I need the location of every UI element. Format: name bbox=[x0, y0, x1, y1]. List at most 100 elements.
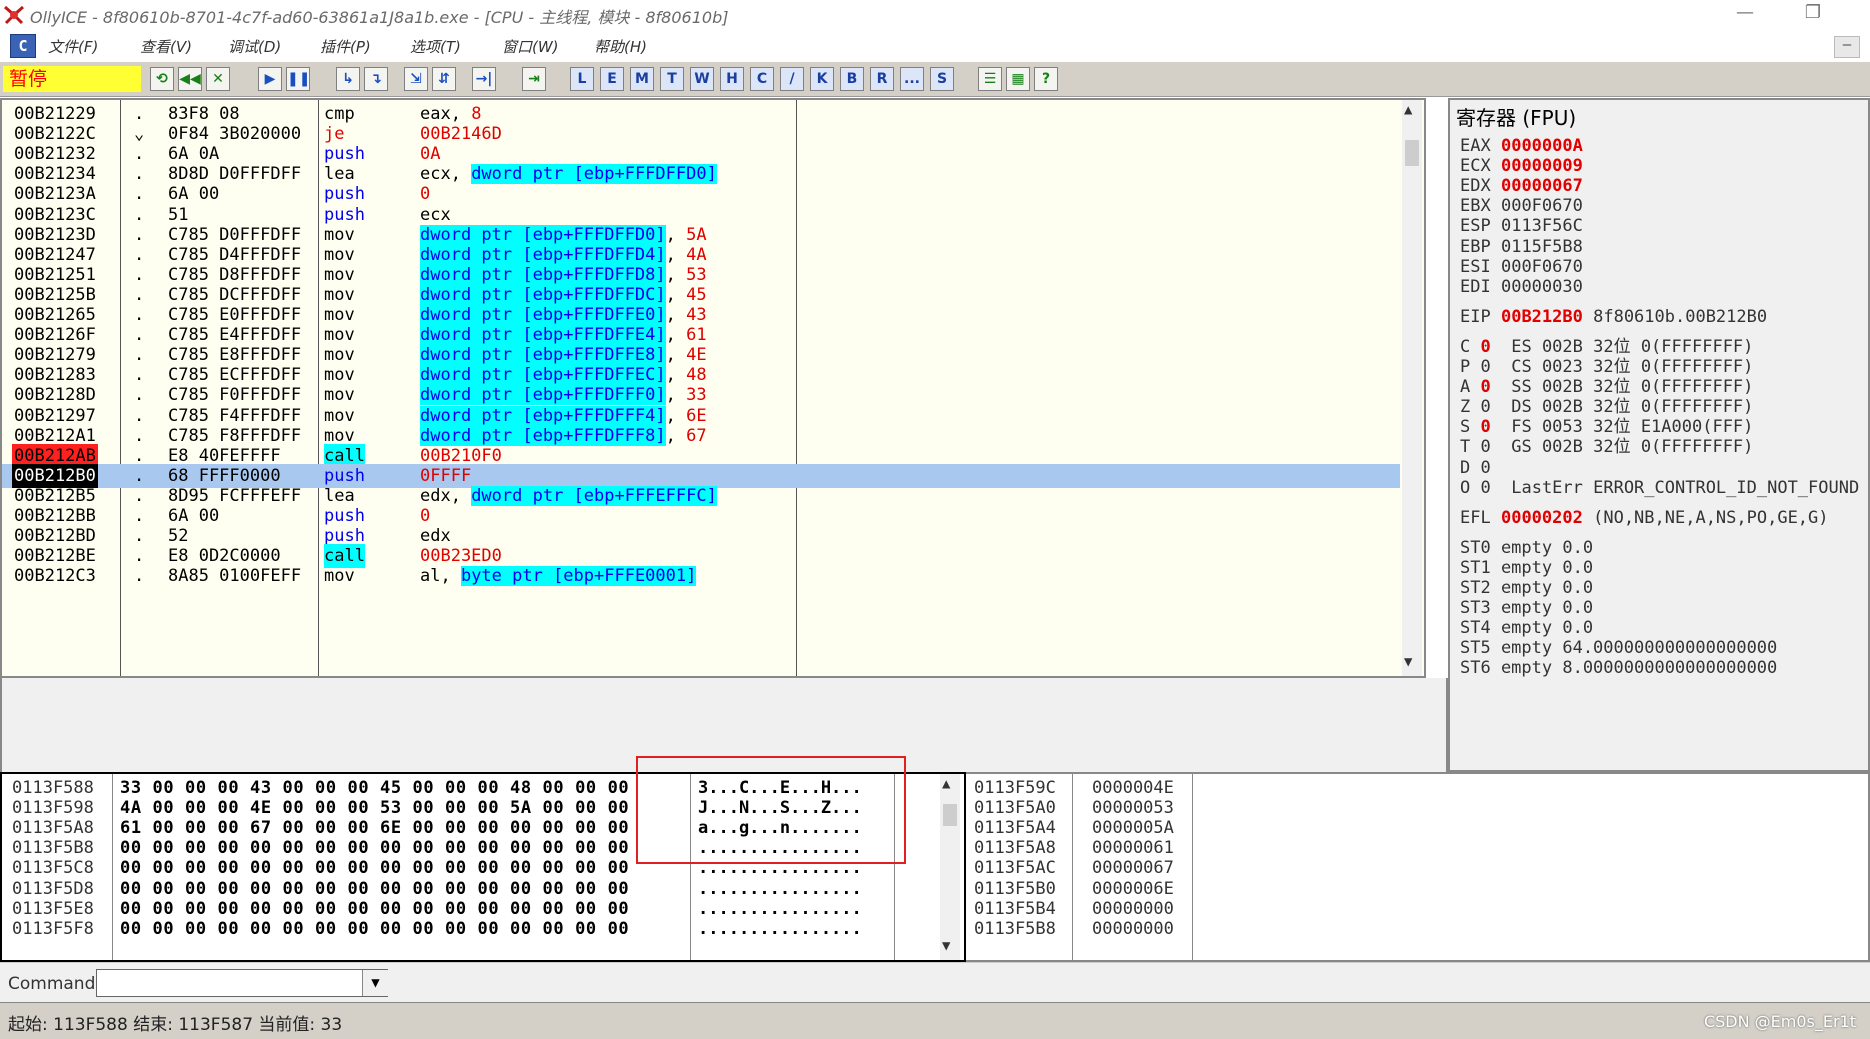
fpu-register-row[interactable]: ST6 empty 8.0000000000000000000 bbox=[1460, 656, 1777, 680]
register-row-efl[interactable]: EFL 00000202 (NO,NB,NE,A,NS,PO,GE,G) bbox=[1460, 506, 1829, 530]
mdi-minimize-button[interactable]: — bbox=[1834, 36, 1860, 58]
handles-button[interactable]: H bbox=[720, 67, 744, 91]
flag-name: Z bbox=[1460, 397, 1471, 418]
operand-part: dword ptr [ebp+FFFDFFE4] bbox=[420, 325, 666, 346]
operand-part: 45 bbox=[686, 284, 707, 305]
flag-value[interactable]: 0 bbox=[1481, 437, 1491, 457]
registers-header[interactable]: 寄存器 (FPU) bbox=[1456, 102, 1576, 131]
register-value[interactable]: 0115F5B8 bbox=[1501, 237, 1583, 257]
patches-button[interactable]: / bbox=[780, 67, 804, 91]
menu-file[interactable]: 文件(F) bbox=[48, 36, 98, 57]
dump-row[interactable]: 0113F5F8 00 00 00 00 00 00 00 00 00 00 00… bbox=[2, 917, 962, 941]
call-stack-button[interactable]: K bbox=[810, 67, 834, 91]
register-row-eip[interactable]: EIP 00B212B0 8f80610b.00B212B0 bbox=[1460, 305, 1767, 329]
restart-icon[interactable]: ⟲ bbox=[150, 67, 174, 91]
dump-ascii[interactable]: ................ bbox=[698, 917, 862, 941]
disasm-row[interactable]: 00B212C3. 8A85 0100FEFF mov al, byte ptr [e… bbox=[2, 564, 1422, 588]
register-name: ESP bbox=[1460, 216, 1491, 237]
register-value[interactable]: 000F0670 bbox=[1501, 196, 1583, 216]
flag-value[interactable]: 0 bbox=[1481, 417, 1491, 437]
registers-pane[interactable]: 寄存器 (FPU) EAX 0000000A ECX 00000009 EDX 00… bbox=[1448, 98, 1870, 772]
register-name: ESI bbox=[1460, 256, 1491, 277]
scroll-down-icon[interactable]: ▼ bbox=[1404, 654, 1412, 670]
status-bar: 起始: 113F588 结束: 113F587 当前值: 33 CSDN @Em… bbox=[0, 1002, 1870, 1039]
log-window-button[interactable]: L bbox=[570, 67, 594, 91]
menu-help[interactable]: 帮助(H) bbox=[594, 36, 647, 57]
breakpoints-button[interactable]: B bbox=[840, 67, 864, 91]
flag-name: C bbox=[1460, 336, 1471, 357]
step-into-icon[interactable]: ↳ bbox=[336, 67, 360, 91]
disasm-address: 00B212C3 bbox=[14, 566, 96, 587]
source-button[interactable]: S bbox=[930, 67, 954, 91]
flag-value[interactable]: 0 bbox=[1481, 397, 1491, 417]
command-input[interactable] bbox=[96, 969, 388, 997]
register-value[interactable]: 000F0670 bbox=[1501, 257, 1583, 277]
operand-part: , bbox=[665, 405, 687, 426]
register-value[interactable]: 00B212B0 bbox=[1501, 307, 1583, 327]
disasm-flow-marker: . bbox=[134, 566, 145, 587]
register-row[interactable]: EDI 00000030 bbox=[1460, 275, 1583, 299]
scroll-thumb[interactable] bbox=[943, 804, 957, 826]
register-value[interactable]: 00000067 bbox=[1501, 176, 1583, 196]
scroll-up-icon[interactable]: ▲ bbox=[942, 776, 950, 792]
scroll-thumb[interactable] bbox=[1405, 140, 1419, 166]
register-value[interactable]: 00000030 bbox=[1501, 277, 1583, 297]
references-button[interactable]: R bbox=[870, 67, 894, 91]
step-over-icon[interactable]: ↴ bbox=[364, 67, 388, 91]
flag-value[interactable]: 0 bbox=[1481, 337, 1491, 357]
flag-value[interactable]: 0 bbox=[1481, 357, 1491, 377]
minimize-window-button[interactable]: — bbox=[1722, 2, 1768, 28]
cpu-button[interactable]: C bbox=[750, 67, 774, 91]
operand-part: 4E bbox=[686, 345, 707, 366]
register-value[interactable]: 0113F56C bbox=[1501, 216, 1583, 236]
dump-hex-bytes[interactable]: 00 00 00 00 00 00 00 00 00 00 00 00 00 0… bbox=[120, 917, 629, 941]
stack-pane[interactable]: 0113F59C 0000004E 0113F5A0 00000053 0113F5A4… bbox=[966, 772, 1870, 962]
close-program-icon[interactable]: ◀◀ bbox=[178, 67, 202, 91]
toolbar: 暂停 ⟲ ◀◀ ✕ ▶ ❚❚ ↳ ↴ ⇲ ⇵ →| ⇥ L E M T W H … bbox=[0, 62, 1870, 97]
run-trace-button[interactable]: ... bbox=[900, 67, 924, 91]
ollyice-logo-icon bbox=[4, 5, 24, 25]
memory-map-button[interactable]: M bbox=[630, 67, 654, 91]
pause-icon[interactable]: ❚❚ bbox=[286, 67, 310, 91]
menu-window[interactable]: 窗口(W) bbox=[502, 36, 559, 57]
stop-icon[interactable]: ✕ bbox=[206, 67, 230, 91]
segment-info: FS 0053 32位 E1A000(FFF) bbox=[1511, 417, 1754, 438]
scroll-up-icon[interactable]: ▲ bbox=[1404, 102, 1412, 118]
register-value[interactable]: 00000202 bbox=[1501, 508, 1583, 528]
dump-scrollbar[interactable]: ▲ ▼ bbox=[940, 774, 960, 960]
restore-window-button[interactable]: ❐ bbox=[1790, 2, 1836, 28]
flag-value[interactable]: 0 bbox=[1481, 377, 1491, 397]
threads-button[interactable]: T bbox=[660, 67, 684, 91]
operand-part: dword ptr [ebp+FFFDFFE8] bbox=[420, 345, 666, 366]
register-value[interactable]: 00000009 bbox=[1501, 156, 1583, 176]
flag-row[interactable]: O 0 LastErr ERROR_CONTROL_ID_NOT_FOUND bbox=[1460, 476, 1859, 500]
list-icon[interactable]: ☰ bbox=[978, 67, 1002, 91]
help-icon[interactable]: ? bbox=[1034, 67, 1058, 91]
operand-part: dword ptr [ebp+FFFDFFF8] bbox=[420, 425, 666, 446]
register-value[interactable]: 0000000A bbox=[1501, 136, 1583, 156]
trace-into-icon[interactable]: ⇲ bbox=[404, 67, 428, 91]
command-dropdown-icon[interactable]: ▼ bbox=[362, 970, 388, 996]
operand-part: 0 bbox=[420, 506, 431, 526]
operand-part: 67 bbox=[686, 425, 707, 446]
flag-value[interactable]: 0 bbox=[1481, 478, 1491, 498]
execute-till-return-icon[interactable]: →| bbox=[472, 67, 496, 91]
trace-over-icon[interactable]: ⇵ bbox=[432, 67, 456, 91]
goto-icon[interactable]: ⇥ bbox=[522, 67, 546, 91]
menu-debug[interactable]: 调试(D) bbox=[228, 36, 281, 57]
debug-status-label: 暂停 bbox=[3, 66, 141, 92]
scroll-down-icon[interactable]: ▼ bbox=[942, 938, 950, 954]
grid-icon[interactable]: ▦ bbox=[1006, 67, 1030, 91]
menu-options[interactable]: 选项(T) bbox=[410, 36, 461, 57]
register-name: EBP bbox=[1460, 236, 1491, 257]
windows-button[interactable]: W bbox=[690, 67, 714, 91]
disassembly-pane[interactable]: 00B21229. 83F8 08 cmp eax, 8 00B2122C ⌄ 0F84 3… bbox=[0, 98, 1426, 678]
operand-part: dword ptr [ebp+FFFDFFF4] bbox=[420, 405, 666, 426]
run-icon[interactable]: ▶ bbox=[258, 67, 282, 91]
disasm-scrollbar[interactable]: ▲ ▼ bbox=[1402, 100, 1422, 676]
menu-plugins[interactable]: 插件(P) bbox=[320, 36, 371, 57]
executable-modules-button[interactable]: E bbox=[600, 67, 624, 91]
menu-view[interactable]: 查看(V) bbox=[140, 36, 192, 57]
cpu-window-icon[interactable]: C bbox=[10, 34, 36, 58]
flag-value[interactable]: 0 bbox=[1481, 458, 1491, 478]
